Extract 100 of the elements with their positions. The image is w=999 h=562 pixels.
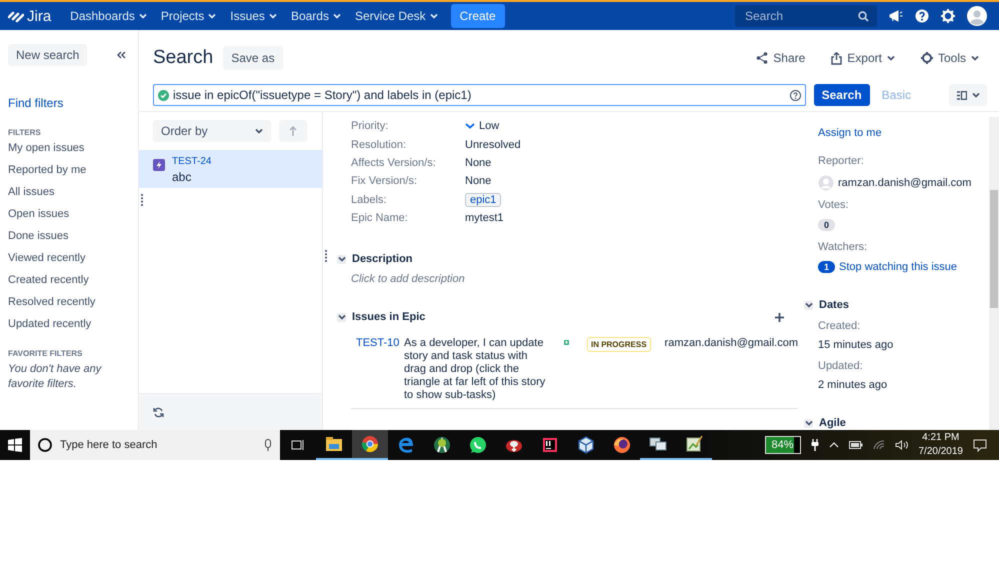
filter-link[interactable]: All issues [8, 181, 138, 203]
drag-handle-icon[interactable] [325, 250, 327, 262]
chevron-down-icon [465, 123, 475, 130]
scrollbar[interactable] [989, 117, 999, 430]
battery-indicator[interactable]: 84% [764, 436, 800, 454]
notification-icon[interactable] [973, 438, 987, 452]
toolbar-action[interactable]: Share [750, 50, 812, 66]
section-toggle[interactable] [804, 300, 813, 310]
field-label: Affects Version/s: [351, 156, 437, 169]
toolbar-action[interactable]: Tools [914, 50, 985, 66]
issue-summary: As a developer, I can update story and task status with drag and drop (click the triangle at far left of this story to show sub-tasks) [404, 337, 546, 402]
chevron-down-icon [430, 13, 438, 19]
date-label: Updated: [818, 360, 864, 372]
section-toggle[interactable] [337, 254, 346, 264]
field-value: Low [479, 120, 500, 132]
label-tag[interactable]: epic1 [465, 192, 502, 207]
date-value: 2 minutes ago [818, 379, 888, 391]
chevron-down-icon [138, 13, 147, 19]
speaker-icon[interactable] [894, 440, 908, 450]
field-label: Priority: [351, 120, 390, 132]
arrow-up-icon [289, 126, 297, 136]
wifi-icon[interactable] [872, 440, 884, 450]
votes-label: Votes: [818, 199, 850, 211]
clock-date[interactable]: 7/20/2019 [918, 445, 963, 459]
help-icon[interactable] [915, 9, 929, 23]
issue-list-item[interactable]: TEST-24 abc [139, 150, 322, 188]
create-button[interactable]: Create [450, 4, 505, 28]
nav-menu[interactable]: Boards [284, 4, 348, 28]
chevron-down-icon [268, 13, 277, 19]
date-value: 15 minutes ago [818, 339, 894, 351]
list-view-icon [956, 90, 966, 100]
assignee-text: ramzan.danish@gmail.com [664, 337, 798, 350]
search-box[interactable]: Search [735, 5, 877, 27]
save-as-button[interactable]: Save as [223, 46, 283, 70]
view-switcher-button[interactable] [949, 84, 987, 106]
lightning-icon [153, 159, 165, 171]
filter-link[interactable]: Done issues [8, 225, 138, 247]
search-button[interactable]: Search [814, 84, 870, 106]
taskbar-search-field[interactable]: Type here to search [30, 430, 280, 460]
export-icon [831, 52, 842, 64]
toolbar-action[interactable]: Export [825, 50, 901, 66]
votes-count: 0 [818, 219, 836, 231]
query-box[interactable]: issue in epicOf("issuetype = Story") and labels in (epic1) [153, 84, 806, 106]
chevron-down-icon [338, 256, 346, 262]
field-label: Epic Name: [351, 212, 409, 224]
stop-watching-link[interactable]: Stop watching this issue [839, 261, 958, 273]
share-icon [756, 52, 768, 64]
settings-icon [920, 52, 933, 64]
microphone-icon[interactable] [264, 438, 272, 452]
help-icon[interactable] [790, 90, 801, 100]
ide-square-icon [540, 435, 560, 455]
collapse-icon[interactable] [117, 51, 126, 59]
search-field[interactable]: Search [743, 8, 847, 24]
e-letter-icon [396, 435, 416, 455]
plus-icon[interactable] [775, 312, 784, 322]
new-search-button[interactable]: New search [8, 44, 88, 66]
folder-icon [324, 434, 344, 454]
avatar-icon[interactable] [967, 6, 987, 26]
watchers-count: 1 [818, 261, 836, 273]
scrollbar-thumb[interactable] [990, 190, 998, 308]
battery-icon[interactable] [848, 441, 862, 449]
refresh-icon[interactable] [153, 406, 164, 418]
section-title: Issues in Epic [352, 311, 426, 324]
chevron-down-icon [338, 314, 346, 320]
megaphone-icon[interactable] [889, 10, 903, 22]
chevron-down-icon [255, 128, 263, 134]
find-filters-link[interactable]: Find filters [8, 96, 138, 110]
windows-start-icon[interactable] [8, 438, 22, 452]
nav-menu[interactable]: Service Desk [348, 4, 445, 28]
plug-icon [810, 439, 818, 451]
assign-to-me-link[interactable]: Assign to me [818, 127, 882, 139]
nav-menu[interactable]: Projects [154, 4, 224, 28]
section-toggle[interactable] [804, 418, 813, 428]
logo-icon [8, 9, 24, 23]
taskbar-app-button[interactable] [352, 430, 388, 460]
chevron-down-icon [208, 13, 216, 19]
filter-link[interactable]: Created recently [8, 269, 138, 291]
issue-key: TEST-24 [172, 156, 212, 167]
settings-icon[interactable] [941, 9, 955, 23]
chevron-down-icon [971, 55, 979, 61]
order-by-dropdown[interactable]: Order by [153, 120, 271, 142]
filter-link[interactable]: Viewed recently [8, 247, 138, 269]
notepad-icon [684, 434, 704, 454]
drag-handle-icon[interactable] [141, 194, 143, 206]
filter-link[interactable]: Reported by me [8, 159, 138, 181]
filter-link[interactable]: My open issues [8, 137, 138, 159]
filter-link[interactable]: Resolved recently [8, 291, 138, 313]
field-label: Fix Version/s: [351, 175, 418, 188]
clock-time[interactable]: 4:21 PM [918, 431, 963, 445]
favorite-filters-heading: FAVORITE FILTERS [8, 349, 84, 358]
field-value: None [465, 156, 492, 169]
issue-summary: abc [172, 170, 192, 184]
nav-menu[interactable]: Dashboards [63, 4, 154, 28]
filter-link[interactable]: Updated recently [8, 313, 138, 335]
chevron-up-icon[interactable] [828, 442, 838, 448]
filter-link[interactable]: Open issues [8, 203, 138, 225]
nav-menu[interactable]: Issues [223, 4, 284, 28]
description-placeholder[interactable]: Click to add description [351, 273, 804, 286]
section-toggle[interactable] [337, 312, 346, 322]
watchers-label: Watchers: [818, 241, 868, 253]
